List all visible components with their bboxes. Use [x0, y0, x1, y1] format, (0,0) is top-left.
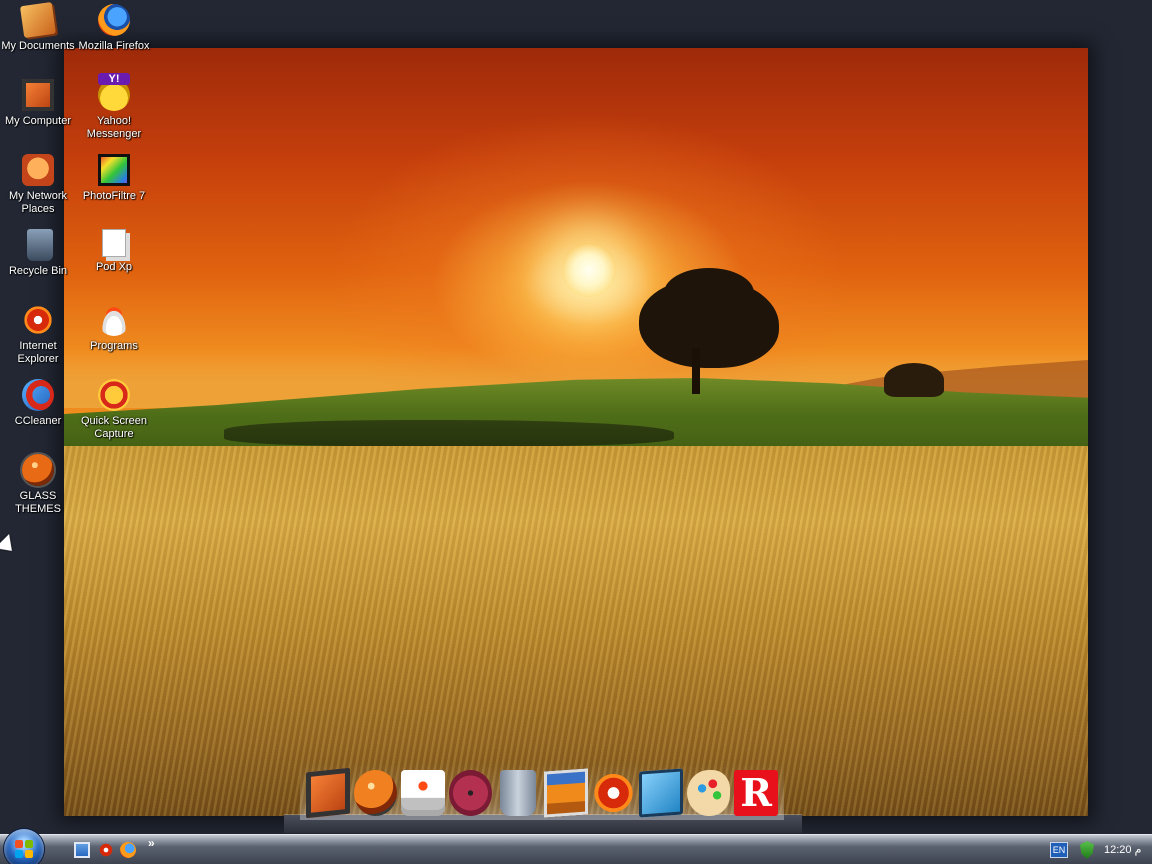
my-documents-icon [19, 1, 57, 39]
internet-explorer-icon[interactable] [591, 770, 636, 816]
desktop-icon-label: My Documents [1, 40, 75, 52]
desktop-icon-label: PhotoFiltre 7 [82, 190, 146, 202]
desktop-icon-label: CCleaner [14, 415, 62, 427]
taskbar: » EN 12:20 م [0, 829, 1152, 864]
desktop-icon-my-network-places[interactable]: My Network Places [0, 152, 76, 224]
hard-drive-icon[interactable] [401, 770, 445, 816]
desktop: My Documents My Computer My Network Plac… [0, 0, 1152, 834]
photo-icon[interactable] [544, 768, 588, 818]
paint-palette-icon[interactable] [686, 770, 731, 816]
desktop-icon-label: Quick Screen Capture [80, 415, 148, 440]
wallpaper-tree-crown [639, 278, 779, 368]
tray-clock[interactable]: 12:20 م [1104, 843, 1141, 856]
show-desktop-icon[interactable] [74, 842, 90, 858]
ccleaner-icon [22, 379, 54, 411]
windows-flag-icon [15, 840, 33, 858]
my-computer-icon [22, 79, 54, 111]
start-button[interactable] [4, 829, 44, 864]
flag-red [15, 840, 23, 848]
desktop-icon-yahoo-messenger[interactable]: Yahoo! Messenger [76, 73, 152, 149]
wallpaper-sun [562, 243, 616, 297]
desktop-icon-label: GLASS THEMES [15, 490, 61, 515]
dock-bar: R [300, 764, 784, 820]
desktop-icon-photofiltre[interactable]: PhotoFiltre 7 [76, 152, 152, 224]
flag-green [25, 840, 33, 848]
mouse-pointer-icon [0, 533, 20, 559]
desktop-icon-internet-explorer[interactable]: Internet Explorer [0, 302, 76, 374]
desktop-icon-label: Recycle Bin [8, 265, 68, 277]
desktop-icon-label: My Network Places [8, 190, 68, 215]
desktop-icon-my-computer[interactable]: My Computer [0, 77, 76, 149]
programs-icon [98, 304, 130, 336]
wallpaper-bush [884, 363, 944, 397]
glass-themes-icon [22, 454, 54, 486]
disc-icon[interactable] [448, 770, 493, 816]
desktop-icon-label: My Computer [4, 115, 72, 127]
wallpaper-hedge [224, 420, 674, 446]
trash-icon[interactable] [500, 770, 537, 816]
security-shield-icon[interactable] [1080, 841, 1094, 859]
pod-xp-icon [102, 229, 126, 257]
computer-icon[interactable] [306, 767, 350, 819]
quicklaunch-more-button[interactable]: » [148, 836, 155, 850]
desktop-icon-quick-screen-capture[interactable]: Quick Screen Capture [76, 377, 152, 449]
internet-explorer-quicklaunch-icon[interactable] [98, 842, 114, 858]
desktop-icon-glass-themes[interactable]: GLASS THEMES [0, 452, 76, 524]
internet-explorer-icon [22, 304, 54, 336]
photofiltre-icon [98, 154, 130, 186]
desktop-icon-label: Yahoo! Messenger [86, 115, 142, 140]
r-letter-icon[interactable]: R [734, 770, 779, 816]
desktop-icon-label: Mozilla Firefox [78, 40, 150, 52]
flag-blue [15, 850, 23, 858]
desktop-icon-recycle-bin[interactable]: Recycle Bin [0, 227, 76, 299]
firefox-icon [98, 4, 130, 36]
quick-screen-capture-icon [98, 379, 130, 411]
desktop-icon-pod-xp[interactable]: Pod Xp [76, 227, 152, 299]
desktop-icon-label: Internet Explorer [17, 340, 59, 365]
desktop-icon-ccleaner[interactable]: CCleaner [0, 377, 76, 449]
windows-orb-icon[interactable] [353, 770, 398, 816]
wallpaper-wheat-field [64, 446, 1088, 816]
desktop-icon-my-documents[interactable]: My Documents [0, 1, 76, 74]
desktop-icon-mozilla-firefox[interactable]: Mozilla Firefox [76, 2, 152, 74]
firefox-quicklaunch-icon[interactable] [120, 842, 136, 858]
recycle-bin-icon [26, 229, 53, 261]
wallpaper-tree-trunk [692, 348, 700, 394]
yahoo-messenger-icon [98, 73, 130, 111]
flag-yellow [25, 850, 33, 858]
desktop-icon-programs[interactable]: Programs [76, 302, 152, 374]
network-icon[interactable] [639, 768, 683, 818]
language-indicator[interactable]: EN [1050, 842, 1068, 858]
desktop-icon-label: Programs [90, 340, 138, 352]
wallpaper-sunset-field [64, 48, 1088, 816]
desktop-icon-label: Pod Xp [95, 261, 133, 273]
network-places-icon [22, 154, 54, 186]
